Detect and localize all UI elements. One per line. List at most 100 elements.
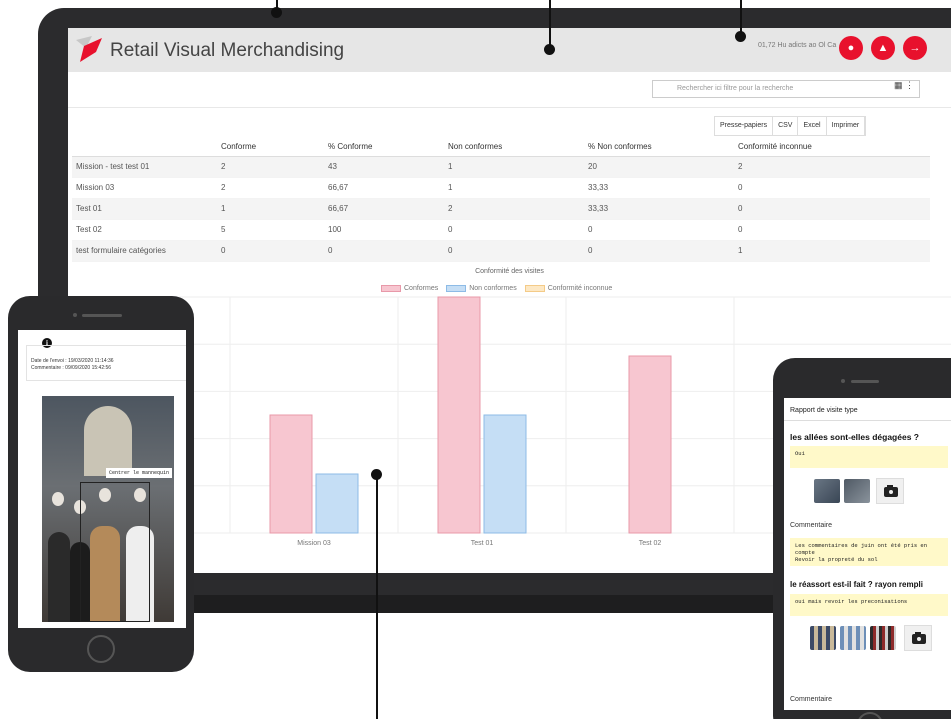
csv-button[interactable]: CSV [773, 117, 799, 135]
table-row[interactable]: Mission 03 2 66,67 1 33,33 0 [72, 177, 930, 199]
table-row[interactable]: Test 01 1 66,67 2 33,33 0 [72, 198, 930, 220]
table-header-row: Conforme % Conforme Non conformes % Non … [72, 138, 930, 157]
phone-speaker [82, 314, 122, 317]
callout-dot [735, 31, 746, 42]
right-phone-frame: Rapport de visite type les allées sont-e… [773, 358, 951, 719]
cell: 20 [584, 156, 734, 178]
photo-thumbnail[interactable] [814, 479, 840, 503]
row-name: test formulaire catégories [72, 240, 217, 262]
legend-swatch [524, 285, 545, 292]
bar[interactable] [628, 355, 672, 534]
answer-1[interactable]: Oui [790, 446, 948, 468]
cell: 1 [444, 177, 584, 199]
column-header[interactable]: Conforme [217, 138, 324, 157]
camera-icon[interactable] [876, 478, 904, 504]
callout-dot [544, 44, 555, 55]
cell: 2 [217, 177, 324, 199]
bar[interactable] [315, 473, 359, 534]
column-header[interactable]: % Non conformes [584, 138, 734, 157]
cell: 66,67 [324, 198, 444, 220]
legend-label: Non conformes [469, 285, 517, 292]
photo-thumbnail[interactable] [844, 479, 870, 503]
left-phone-screen: i Date de l'envoi : 19/03/2020 11:14:36 … [18, 330, 186, 628]
legend-item-non-conformes[interactable]: Non conformes [446, 285, 517, 292]
annotation-box[interactable] [80, 482, 150, 622]
photo-thumbnail[interactable] [810, 626, 836, 650]
divider [68, 107, 951, 108]
search-tools-icon[interactable]: ▦ ⋮ [894, 80, 914, 91]
answer-2[interactable]: oui mais revoir les preconisations [790, 594, 948, 616]
logout-button[interactable]: → [903, 36, 927, 60]
cell: 2 [217, 156, 324, 178]
cell: 2 [734, 156, 930, 178]
cell: 0 [734, 177, 930, 199]
send-date: Date de l'envoi : 19/03/2020 11:14:36 [31, 358, 114, 364]
divider [784, 420, 951, 421]
cell: 0 [444, 240, 584, 262]
home-button[interactable] [87, 635, 115, 663]
cell: 5 [217, 219, 324, 241]
app-title: Retail Visual Merchandising [110, 40, 345, 61]
table-row[interactable]: Test 02 5 100 0 0 0 [72, 219, 930, 241]
row-name: Mission - test test 01 [72, 156, 217, 178]
left-phone-frame: i Date de l'envoi : 19/03/2020 11:14:36 … [8, 296, 194, 672]
header-user-info: 01,72 Hu adicts ao Ol Ca [758, 42, 837, 49]
x-tick-label: Test 01 [471, 540, 494, 547]
user-button[interactable]: ● [839, 36, 863, 60]
cell: 1 [444, 156, 584, 178]
cell: 1 [217, 198, 324, 220]
row-name: Mission 03 [72, 177, 217, 199]
chart-title: Conformité des visites [475, 268, 544, 275]
cell: 0 [324, 240, 444, 262]
cell: 33,33 [584, 198, 734, 220]
cell: 33,33 [584, 177, 734, 199]
annotation-tag[interactable]: Centrer le mannequin [106, 468, 173, 478]
notifications-bell-button[interactable]: ▲ [871, 36, 895, 60]
photo-thumbnail[interactable] [840, 626, 866, 650]
cell: 0 [217, 240, 324, 262]
legend-swatch [446, 285, 467, 292]
legend-item-conformite-inconnue[interactable]: Conformité inconnue [524, 285, 612, 292]
cell: 2 [444, 198, 584, 220]
question-2: le réassort est-il fait ? rayon rempli [790, 580, 923, 589]
comment-date: Commentaire : 09/09/2020 15:42:56 [31, 365, 112, 371]
column-header[interactable]: Non conformes [444, 138, 584, 157]
x-tick-label: Test 02 [639, 540, 662, 547]
right-phone-screen: Rapport de visite type les allées sont-e… [784, 398, 951, 710]
app-header: Retail Visual Merchandising 01,72 Hu adi… [68, 28, 951, 72]
copy-clipboard-button[interactable]: Presse-papiers [715, 117, 774, 135]
home-button[interactable] [857, 712, 883, 719]
question-1: les allées sont-elles dégagées ? [790, 432, 919, 442]
legend-item-conformes[interactable]: Conformes [381, 285, 438, 292]
cell: 0 [444, 219, 584, 241]
row-name: Test 01 [72, 198, 217, 220]
photo-thumbnail[interactable] [870, 626, 896, 650]
table-row[interactable]: test formulaire catégories 0 0 0 0 1 [72, 240, 930, 262]
column-header[interactable]: % Conforme [324, 138, 444, 157]
bar[interactable] [269, 414, 313, 534]
cell: 66,67 [324, 177, 444, 199]
camera-icon[interactable] [904, 625, 932, 651]
phone-camera [841, 379, 845, 383]
print-button[interactable]: Imprimer [827, 117, 866, 135]
store-window-photo[interactable]: Centrer le mannequin [42, 396, 174, 622]
brand-logo-icon [76, 36, 102, 62]
comment-label: Commentaire [790, 696, 833, 703]
callout-dot [271, 7, 282, 18]
cell: 0 [734, 198, 930, 220]
excel-button[interactable]: Excel [798, 117, 827, 135]
column-header[interactable]: Conformité inconnue [734, 138, 930, 157]
column-header[interactable] [72, 138, 217, 157]
bar[interactable] [483, 414, 527, 534]
search-input[interactable]: Rechercher ici filtre pour la recherche [652, 80, 920, 98]
table-row[interactable]: Mission - test test 01 2 43 1 20 2 [72, 156, 930, 178]
x-tick-label: Mission 03 [297, 540, 331, 547]
phone-speaker [851, 380, 879, 383]
cell: 100 [324, 219, 444, 241]
cell: 0 [584, 219, 734, 241]
bar[interactable] [437, 296, 481, 534]
phone-camera [73, 313, 77, 317]
comment-1[interactable]: Les commentaires de juin ont été pris en… [790, 538, 948, 566]
summary-table: Conforme % Conforme Non conformes % Non … [72, 138, 930, 262]
cell: 0 [734, 219, 930, 241]
